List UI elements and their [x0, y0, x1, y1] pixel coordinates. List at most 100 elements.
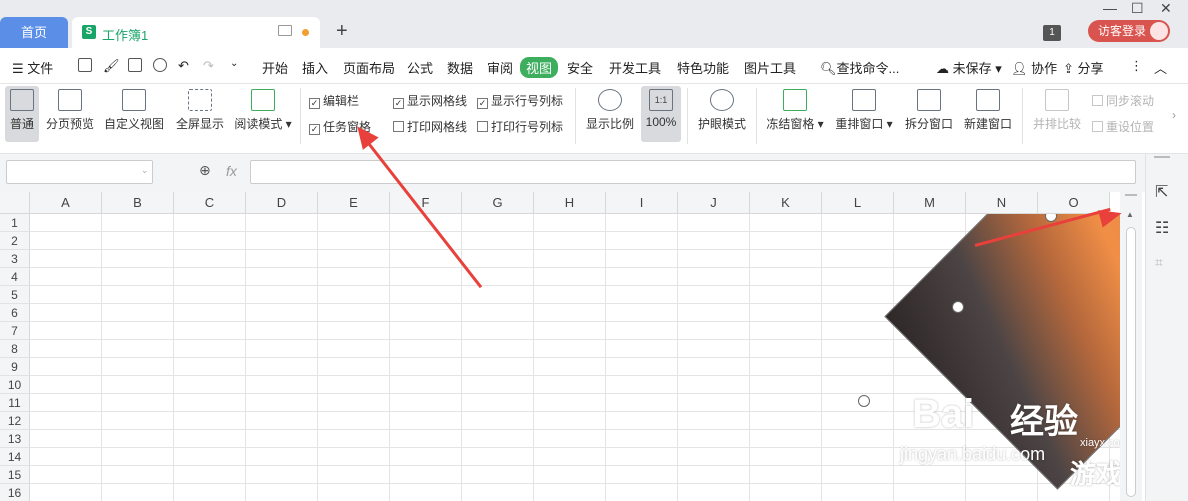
split-handle[interactable]: [1125, 194, 1137, 196]
custom-view-button[interactable]: 自定义视图: [102, 86, 166, 142]
column-header[interactable]: K: [750, 192, 822, 214]
inserted-picture[interactable]: Bai 经验 jingyan.baidu.com xiayx.com 游戏: [840, 214, 1120, 501]
redo-icon[interactable]: ↷: [203, 58, 214, 74]
window-count-badge[interactable]: 1: [1043, 25, 1061, 41]
pane-collapse-handle[interactable]: [1154, 156, 1170, 158]
monitor-icon[interactable]: [278, 25, 292, 36]
save-icon[interactable]: [78, 58, 92, 72]
more-options-icon[interactable]: ⋮: [1130, 58, 1143, 74]
name-box[interactable]: [6, 160, 153, 184]
reading-mode-button[interactable]: 阅读模式 ▾: [233, 86, 293, 142]
column-header[interactable]: N: [966, 192, 1038, 214]
share-button[interactable]: ⇪ 分享: [1063, 58, 1104, 77]
quick-access-dropdown-icon[interactable]: ⌄: [230, 58, 238, 69]
column-header[interactable]: C: [174, 192, 246, 214]
column-header[interactable]: B: [102, 192, 174, 214]
print-icon[interactable]: [128, 58, 142, 72]
menu-developer[interactable]: 开发工具: [609, 58, 661, 77]
scroll-thumb[interactable]: [1126, 227, 1136, 497]
row-header[interactable]: 14: [0, 448, 30, 466]
row-header[interactable]: 12: [0, 412, 30, 430]
side-by-side-button[interactable]: 并排比较: [1031, 86, 1083, 142]
menu-features[interactable]: 特色功能: [677, 58, 729, 77]
reset-position-button[interactable]: 重设位置: [1092, 118, 1154, 135]
resize-handle[interactable]: [858, 395, 870, 407]
resize-handle[interactable]: [952, 301, 964, 313]
row-header[interactable]: 4: [0, 268, 30, 286]
menu-formula[interactable]: 公式: [407, 58, 433, 77]
select-all-corner[interactable]: [0, 192, 30, 214]
column-header[interactable]: G: [462, 192, 534, 214]
column-header[interactable]: I: [606, 192, 678, 214]
full-screen-button[interactable]: 全屏显示: [174, 86, 226, 142]
zoom-button[interactable]: 显示比例: [584, 86, 636, 142]
show-gridlines-checkbox[interactable]: ✓ 显示网格线: [393, 92, 467, 109]
column-header[interactable]: J: [678, 192, 750, 214]
row-header[interactable]: 10: [0, 376, 30, 394]
format-painter-icon[interactable]: 🖌: [103, 58, 120, 74]
vertical-scrollbar[interactable]: ▲: [1120, 192, 1142, 501]
menu-security[interactable]: 安全: [567, 58, 593, 77]
show-headers-checkbox[interactable]: ✓ 显示行号列标: [477, 92, 563, 109]
unsaved-status[interactable]: ☁ 未保存 ▾: [936, 58, 1002, 77]
column-header[interactable]: M: [894, 192, 966, 214]
row-header[interactable]: 6: [0, 304, 30, 322]
zoom-100-button[interactable]: 1:1 100%: [641, 86, 681, 142]
minimize-icon[interactable]: —: [1103, 0, 1117, 16]
freeze-panes-button[interactable]: 冻结窗格 ▾: [765, 86, 825, 142]
menu-insert[interactable]: 插入: [302, 58, 328, 77]
new-window-button[interactable]: 新建窗口: [962, 86, 1014, 142]
row-header[interactable]: 11: [0, 394, 30, 412]
row-header[interactable]: 15: [0, 466, 30, 484]
row-header[interactable]: 1: [0, 214, 30, 232]
menu-page-layout[interactable]: 页面布局: [343, 58, 395, 77]
row-header[interactable]: 7: [0, 322, 30, 340]
print-gridlines-checkbox[interactable]: 打印网格线: [393, 118, 467, 135]
file-menu[interactable]: ☰ 文件: [12, 58, 53, 77]
maximize-icon[interactable]: ☐: [1131, 0, 1144, 17]
menu-data[interactable]: 数据: [447, 58, 473, 77]
view-normal-button[interactable]: 普通: [5, 86, 39, 142]
row-header[interactable]: 3: [0, 250, 30, 268]
scroll-up-icon[interactable]: ▲: [1126, 210, 1134, 219]
visitor-login-button[interactable]: 访客登录: [1088, 20, 1170, 42]
row-header[interactable]: 8: [0, 340, 30, 358]
column-header[interactable]: H: [534, 192, 606, 214]
row-header[interactable]: 2: [0, 232, 30, 250]
row-header[interactable]: 9: [0, 358, 30, 376]
tab-workbook[interactable]: S 工作簿1: [72, 17, 320, 48]
collab-button[interactable]: 👤︎ 协作: [1011, 58, 1057, 77]
name-box-dropdown-icon[interactable]: ⌄: [141, 165, 149, 176]
page-break-preview-button[interactable]: 分页预览: [44, 86, 96, 142]
properties-icon[interactable]: ☷: [1155, 218, 1169, 238]
crop-icon[interactable]: ⌗: [1155, 254, 1163, 271]
command-search[interactable]: 🔍︎查找命令...: [820, 58, 899, 77]
ribbon-scroll-right-icon[interactable]: ›: [1172, 108, 1176, 122]
sync-scroll-button[interactable]: 同步滚动: [1092, 92, 1154, 109]
undo-icon[interactable]: ↶: [178, 58, 189, 74]
new-tab-button[interactable]: +: [336, 20, 348, 43]
row-header[interactable]: 16: [0, 484, 30, 501]
close-icon[interactable]: ✕: [1160, 0, 1172, 17]
column-header[interactable]: A: [30, 192, 102, 214]
edit-bar-checkbox[interactable]: ✓ 编辑栏: [309, 92, 359, 109]
column-header[interactable]: F: [390, 192, 462, 214]
print-preview-icon[interactable]: [153, 58, 167, 72]
menu-picture-tools[interactable]: 图片工具: [744, 58, 796, 77]
column-header[interactable]: D: [246, 192, 318, 214]
zoom-formula-icon[interactable]: ⊕: [199, 162, 211, 179]
menu-review[interactable]: 审阅: [487, 58, 513, 77]
row-header[interactable]: 13: [0, 430, 30, 448]
print-headers-checkbox[interactable]: 打印行号列标: [477, 118, 563, 135]
menu-view[interactable]: 视图: [520, 57, 559, 78]
menu-start[interactable]: 开始: [262, 58, 288, 77]
tab-home[interactable]: 首页: [0, 17, 68, 48]
rearrange-window-button[interactable]: 重排窗口 ▾: [834, 86, 894, 142]
collapse-ribbon-icon[interactable]: ︿: [1154, 58, 1167, 77]
column-header[interactable]: E: [318, 192, 390, 214]
row-header[interactable]: 5: [0, 286, 30, 304]
split-window-button[interactable]: 拆分窗口: [903, 86, 955, 142]
select-pointer-icon[interactable]: ⇱: [1155, 182, 1168, 202]
eye-mode-button[interactable]: 护眼模式: [696, 86, 748, 142]
fx-icon[interactable]: fx: [226, 163, 237, 179]
